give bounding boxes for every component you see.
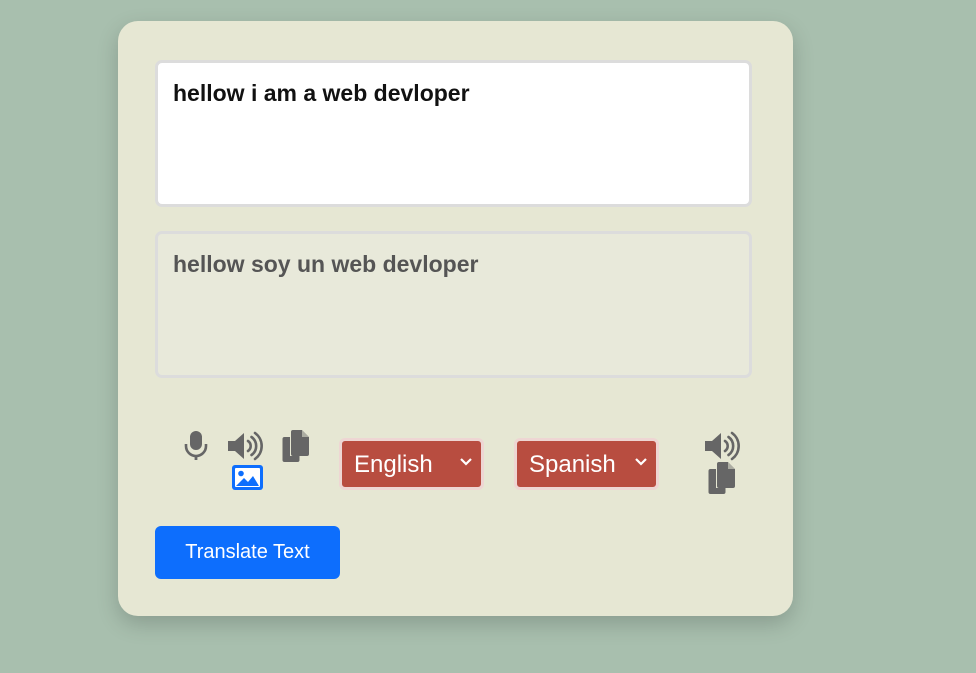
chevron-down-icon [635, 458, 647, 466]
source-textarea[interactable]: hellow i am a web devloper [155, 60, 752, 207]
target-language-value: Spanish [529, 451, 616, 478]
speaker-icon[interactable] [227, 431, 263, 461]
microphone-icon[interactable] [184, 431, 208, 462]
source-language-value: English [354, 451, 433, 478]
image-icon[interactable] [232, 465, 263, 490]
chevron-down-icon [460, 458, 472, 466]
copy-icon[interactable] [282, 430, 310, 463]
translate-button[interactable]: Translate Text [155, 526, 340, 579]
source-language-select[interactable]: English [339, 438, 484, 490]
copy-icon[interactable] [708, 462, 736, 495]
target-language-select[interactable]: Spanish [514, 438, 659, 490]
translated-textarea: hellow soy un web devloper [155, 231, 752, 378]
translator-card: hellow i am a web devloper hellow soy un… [118, 21, 793, 616]
speaker-icon[interactable] [704, 431, 740, 461]
